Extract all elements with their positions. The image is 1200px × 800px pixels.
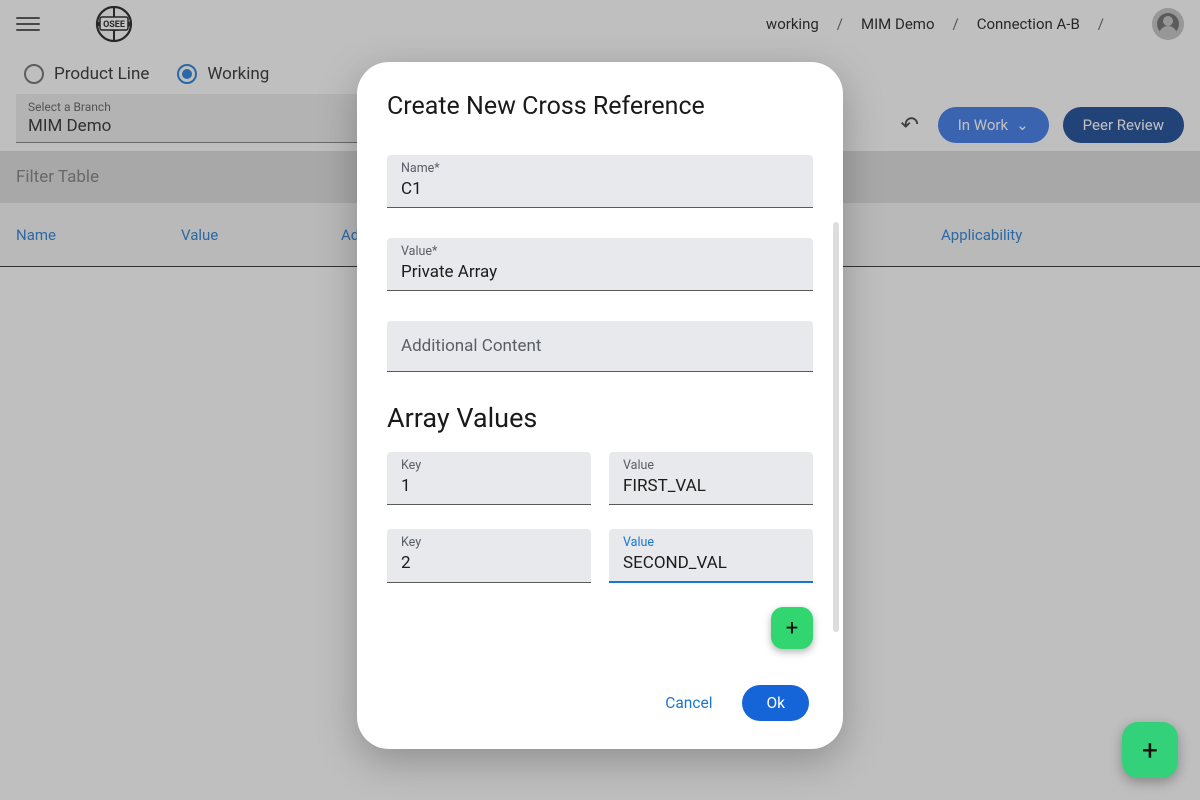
- key-label: Key: [401, 458, 577, 473]
- name-value: C1: [401, 179, 799, 201]
- create-cross-reference-dialog: Create New Cross Reference Name* C1 Valu…: [357, 62, 843, 749]
- additional-label: Additional Content: [401, 327, 799, 365]
- name-label: Name*: [401, 161, 799, 176]
- value-label: Value: [623, 535, 799, 550]
- dialog-title: Create New Cross Reference: [387, 92, 813, 121]
- value-value: FIRST_VAL: [623, 476, 799, 498]
- value-field[interactable]: Value FIRST_VAL: [609, 452, 813, 505]
- cancel-button[interactable]: Cancel: [655, 686, 722, 720]
- key-value: 2: [401, 553, 577, 575]
- ok-button[interactable]: Ok: [742, 685, 809, 721]
- dialog-scrollbar[interactable]: [833, 222, 839, 632]
- value-label: Value*: [401, 244, 799, 259]
- key-field[interactable]: Key 2: [387, 529, 591, 583]
- array-row: Key 2 Value SECOND_VAL: [387, 529, 813, 583]
- key-value: 1: [401, 476, 577, 498]
- add-fab[interactable]: +: [1122, 722, 1178, 778]
- additional-content-field[interactable]: Additional Content: [387, 321, 813, 372]
- key-field[interactable]: Key 1: [387, 452, 591, 505]
- add-array-row-button[interactable]: +: [771, 607, 813, 649]
- value-value: SECOND_VAL: [623, 553, 799, 575]
- value-field[interactable]: Value SECOND_VAL: [609, 529, 813, 583]
- array-row: Key 1 Value FIRST_VAL: [387, 452, 813, 505]
- value-label: Value: [623, 458, 799, 473]
- name-field[interactable]: Name* C1: [387, 155, 813, 208]
- array-values-heading: Array Values: [387, 402, 813, 434]
- value-field[interactable]: Value* Private Array: [387, 238, 813, 291]
- key-label: Key: [401, 535, 577, 550]
- value-value: Private Array: [401, 262, 799, 284]
